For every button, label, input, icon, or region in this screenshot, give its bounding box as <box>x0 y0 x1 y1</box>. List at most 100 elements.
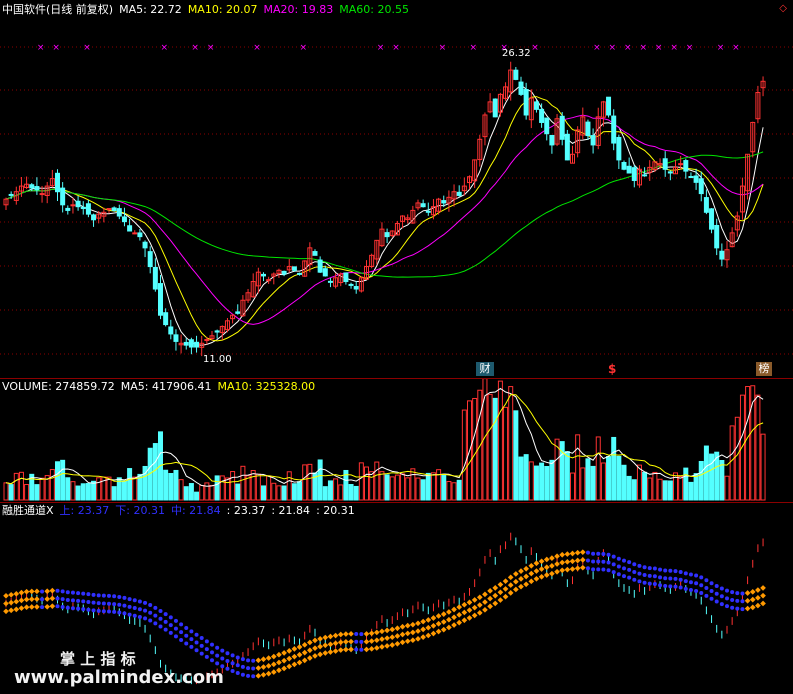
channel-dot-2-114 <box>591 567 596 572</box>
channel-dot-0-133 <box>688 572 693 577</box>
channel-dot-2-141 <box>730 605 735 610</box>
channel-dot-2-123 <box>637 579 642 584</box>
channel-diamond-1-91 <box>471 604 478 611</box>
finance-marker[interactable]: 财 <box>476 362 494 376</box>
candle-body-5 <box>29 184 35 189</box>
channel-diamond-1-77 <box>399 631 406 638</box>
candle-body-6 <box>34 186 40 191</box>
channel-dot-2-29 <box>153 621 158 626</box>
channel-diamond-0-52 <box>270 653 277 660</box>
channel-diamond-1-73 <box>379 636 385 642</box>
channel-diamond-2-67 <box>348 646 354 653</box>
volume-bar-124 <box>642 471 648 501</box>
channel-dot-0-40 <box>210 642 214 647</box>
candle-body-105 <box>544 117 550 135</box>
volume-bar-35 <box>183 486 189 501</box>
volume-bar-98 <box>508 386 514 501</box>
dollar-marker[interactable]: $ <box>608 362 616 376</box>
channel-dot-1-26 <box>137 607 142 612</box>
indicator-v3-label: : 20.31 <box>316 504 355 517</box>
volume-bar-87 <box>451 482 457 501</box>
channel-diamond-0-81 <box>420 618 426 625</box>
channel-dot-2-44 <box>230 668 235 673</box>
ranking-marker[interactable]: 榜 <box>756 362 772 376</box>
channel-dot-0-16 <box>86 592 91 597</box>
channel-dot-2-120 <box>622 574 626 579</box>
channel-dot-1-40 <box>210 650 214 655</box>
channel-dot-0-114 <box>591 551 596 556</box>
high-price-label: 26.32 <box>502 48 531 59</box>
channel-dot-1-18 <box>96 601 101 606</box>
volume-bar-109 <box>564 451 570 501</box>
candle-body-122 <box>631 167 637 181</box>
ma5-label: MA5: 22.72 <box>119 3 182 16</box>
signal-mark-126: × <box>655 43 663 53</box>
channel-diamond-0-86 <box>446 609 452 615</box>
volume-bar-15 <box>80 483 86 501</box>
volume-bar-71 <box>369 471 375 501</box>
channel-diamond-0-100 <box>518 568 524 574</box>
channel-diamond-1-105 <box>543 564 550 571</box>
channel-diamond-1-70 <box>363 638 370 645</box>
candle-body-37 <box>194 341 200 348</box>
volume-bar-117 <box>606 456 612 501</box>
channel-dot-1-127 <box>658 575 663 580</box>
volume-bar-118 <box>611 436 617 501</box>
volume-title: VOLUME: 274859.72 <box>2 380 115 393</box>
channel-diamond-2-94 <box>487 603 493 610</box>
channel-dot-1-131 <box>678 577 683 582</box>
volume-ma10-line <box>5 394 764 485</box>
collapse-diamond-icon[interactable]: ◇ <box>779 3 787 14</box>
channel-diamond-0-93 <box>482 591 488 598</box>
candle-body-60 <box>312 251 318 256</box>
channel-diamond-0-56 <box>291 646 298 652</box>
channel-dot-1-135 <box>699 583 704 588</box>
channel-diamond-1-147 <box>760 592 766 599</box>
candle-body-21 <box>111 207 117 211</box>
channel-diamond-0-64 <box>332 632 339 639</box>
candle-body-114 <box>590 135 596 146</box>
candle-body-10 <box>55 172 60 193</box>
channel-dot-1-21 <box>112 602 117 607</box>
channel-dot-0-21 <box>112 594 117 599</box>
volume-bar-73 <box>379 471 385 501</box>
channel-dot-1-23 <box>122 603 127 608</box>
channel-dot-2-24 <box>127 612 132 617</box>
channel-diamond-0-65 <box>337 631 344 638</box>
channel-dot-1-13 <box>70 598 75 603</box>
channel-dot-1-125 <box>647 573 652 578</box>
channel-dot-1-123 <box>637 571 642 576</box>
ma60-label: MA60: 20.55 <box>339 3 409 16</box>
channel-dot-0-119 <box>616 556 621 561</box>
candle-body-13 <box>70 204 76 207</box>
candle-body-15 <box>80 206 86 210</box>
signal-mark-30: × <box>161 43 169 53</box>
channel-diamond-1-107 <box>554 561 560 567</box>
volume-ma10-label: MA10: 325328.00 <box>217 380 316 393</box>
channel-diamond-2-106 <box>549 570 555 577</box>
volume-bar-43 <box>224 477 230 501</box>
candle-body-62 <box>322 268 328 277</box>
channel-dot-1-137 <box>709 589 714 594</box>
channel-dot-0-18 <box>96 593 101 598</box>
channel-diamond-2-98 <box>507 590 514 596</box>
volume-bar-144 <box>745 386 751 501</box>
signal-mark-90: × <box>470 43 478 53</box>
channel-diamond-2-84 <box>435 628 442 635</box>
channel-diamond-0-101 <box>523 565 529 572</box>
candle-body-61 <box>317 259 323 273</box>
volume-bar-128 <box>662 480 668 501</box>
channel-diamond-0-0 <box>3 592 9 599</box>
channel-dot-2-132 <box>683 586 688 591</box>
channel-dot-0-138 <box>714 583 719 588</box>
channel-dot-0-143 <box>740 591 745 596</box>
signal-mark-123: × <box>639 43 647 53</box>
channel-dot-2-11 <box>60 604 65 609</box>
signal-mark-72: × <box>377 43 385 53</box>
volume-bar-101 <box>523 454 529 501</box>
channel-diamond-1-88 <box>456 612 463 618</box>
channel-diamond-2-93 <box>482 607 488 613</box>
channel-dot-0-68 <box>354 632 359 637</box>
volume-bar-64 <box>333 478 339 501</box>
signal-mark-84: × <box>439 43 447 53</box>
